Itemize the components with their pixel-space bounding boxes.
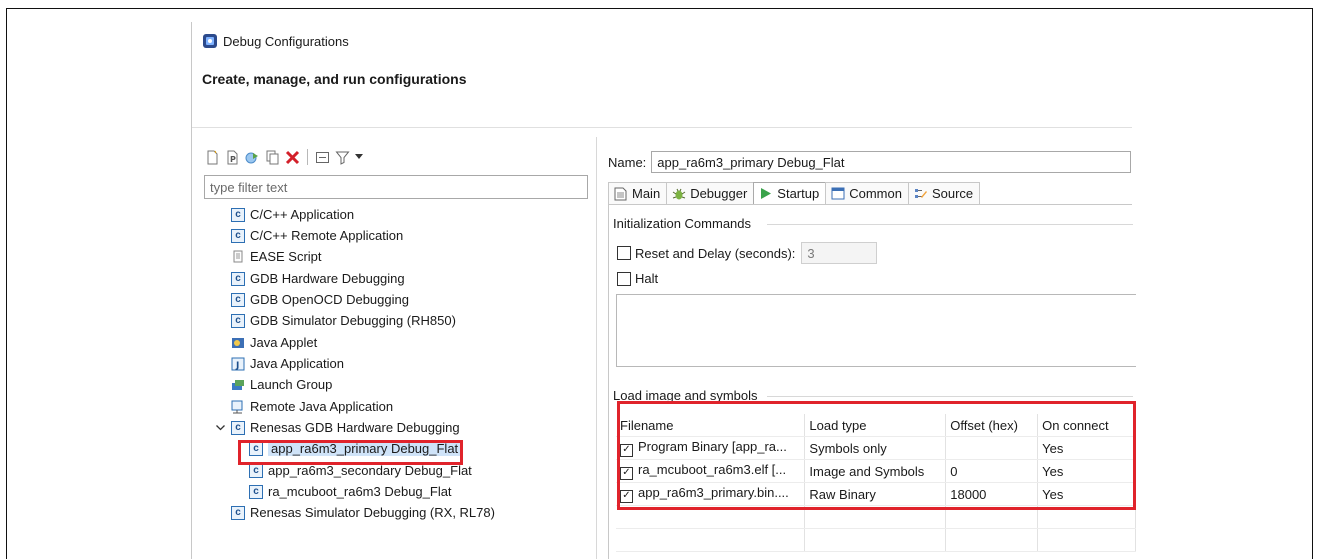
tree-item-label: GDB OpenOCD Debugging <box>250 292 409 307</box>
tree-item-label: Launch Group <box>250 377 333 392</box>
c-config-icon: c <box>230 207 246 223</box>
tree-item-c-cpp-application[interactable]: c C/C++ Application <box>230 204 354 225</box>
panel-divider <box>596 137 597 559</box>
debug-app-icon <box>202 33 218 49</box>
selected-config-highlight <box>238 440 463 465</box>
reset-delay-checkbox[interactable] <box>617 246 631 260</box>
group-divider <box>767 396 1133 397</box>
c-config-icon: c <box>230 420 246 436</box>
new-prototype-icon[interactable]: P <box>224 149 241 166</box>
startup-tab-icon <box>758 186 773 201</box>
debugger-tab-icon <box>671 186 686 201</box>
delay-seconds-field[interactable] <box>801 242 878 264</box>
tree-item-label: app_ra6m3_secondary Debug_Flat <box>268 463 472 478</box>
tree-item-gdb-simulator-debugging[interactable]: c GDB Simulator Debugging (RH850) <box>230 310 456 331</box>
group-divider <box>767 224 1133 225</box>
tree-item-label: Remote Java Application <box>250 399 394 414</box>
configuration-list-panel: P c C/C++ <box>192 137 594 559</box>
tree-item-label: Java Applet <box>250 335 318 350</box>
tab-label: Common <box>849 186 902 201</box>
tab-label: Main <box>632 186 661 201</box>
tree-item-label: Renesas Simulator Debugging (RX, RL78) <box>250 505 495 520</box>
tree-item-label: Java Application <box>250 356 344 371</box>
svg-text:P: P <box>230 155 236 164</box>
common-tab-icon <box>830 186 845 201</box>
init-commands-textarea[interactable] <box>616 294 1136 367</box>
dialog-header: Create, manage, and run configurations <box>202 71 467 87</box>
tree-item-gdb-openocd-debugging[interactable]: c GDB OpenOCD Debugging <box>230 289 409 310</box>
launch-group-icon <box>230 377 246 393</box>
config-toolbar: P <box>204 147 364 167</box>
tab-source[interactable]: Source <box>907 182 981 204</box>
c-config-icon: c <box>230 313 246 329</box>
tab-debugger[interactable]: Debugger <box>666 182 755 204</box>
reset-and-delay-row: Reset and Delay (seconds): <box>617 242 878 264</box>
tree-item-renesas-gdb-hardware-debugging[interactable]: c Renesas GDB Hardware Debugging <box>214 417 460 438</box>
halt-label: Halt <box>635 271 659 286</box>
filter-input[interactable] <box>204 175 588 199</box>
tree-item-label: C/C++ Remote Application <box>250 228 404 243</box>
duplicate-config-icon[interactable] <box>264 149 281 166</box>
tab-main[interactable]: Main <box>608 182 668 204</box>
tree-item-ease-script[interactable]: EASE Script <box>230 246 322 267</box>
load-table-highlight <box>617 401 1136 510</box>
halt-checkbox[interactable] <box>617 271 631 286</box>
initialization-commands-title: Initialization Commands <box>613 216 752 231</box>
svg-text:J: J <box>235 361 239 371</box>
c-config-icon: c <box>230 271 246 287</box>
tree-item-label: EASE Script <box>250 249 322 264</box>
tree-item-c-cpp-remote-application[interactable]: c C/C++ Remote Application <box>230 225 403 246</box>
tree-item-label: C/C++ Application <box>250 207 355 222</box>
tree-item-label: GDB Simulator Debugging (RH850) <box>250 313 456 328</box>
tab-label: Source <box>931 186 974 201</box>
tab-label: Debugger <box>690 186 748 201</box>
tree-item-gdb-hardware-debugging[interactable]: c GDB Hardware Debugging <box>230 268 405 289</box>
toolbar-divider <box>307 149 308 165</box>
filter-icon[interactable] <box>334 149 351 166</box>
header-divider <box>192 127 1132 128</box>
name-label: Name: <box>608 154 647 170</box>
java-app-icon: J <box>230 356 246 372</box>
tree-item-remote-java-application[interactable]: Remote Java Application <box>230 396 393 417</box>
tree-item-label: GDB Hardware Debugging <box>250 271 405 286</box>
chevron-down-icon[interactable] <box>354 149 364 166</box>
tab-label: Startup <box>777 186 820 201</box>
remote-java-icon <box>230 399 246 415</box>
collapse-all-icon[interactable] <box>314 149 331 166</box>
halt-row: Halt <box>617 271 658 286</box>
delete-config-icon[interactable] <box>284 149 301 166</box>
c-config-icon: c <box>230 228 246 244</box>
title-bar: Debug Configurations <box>202 31 349 51</box>
config-tabs: Main Debugger Startup Common Source <box>608 182 1132 205</box>
new-config-icon[interactable] <box>204 149 221 166</box>
window-title: Debug Configurations <box>223 33 349 49</box>
c-config-icon: c <box>230 505 246 521</box>
name-row: Name: <box>608 151 1132 173</box>
tree-item-label: ra_mcuboot_ra6m3 Debug_Flat <box>268 484 452 499</box>
c-config-icon: c <box>230 292 246 308</box>
c-config-icon: c <box>248 484 264 500</box>
table-row-empty <box>616 528 1136 552</box>
tree-item-label: Renesas GDB Hardware Debugging <box>250 420 460 435</box>
script-icon <box>230 249 246 265</box>
tree-item-launch-group[interactable]: Launch Group <box>230 374 332 395</box>
tree-item-java-applet[interactable]: Java Applet <box>230 332 317 353</box>
name-field[interactable] <box>651 151 1132 173</box>
tree-item-java-application[interactable]: J Java Application <box>230 353 344 374</box>
java-applet-icon <box>230 335 246 351</box>
main-tab-icon <box>613 186 628 201</box>
tree-item-ra-mcuboot-ra6m3[interactable]: c ra_mcuboot_ra6m3 Debug_Flat <box>248 481 452 502</box>
tab-startup[interactable]: Startup <box>753 182 827 204</box>
export-config-icon[interactable] <box>244 149 261 166</box>
tab-common[interactable]: Common <box>825 182 909 204</box>
reset-delay-label: Reset and Delay (seconds): <box>635 245 796 261</box>
source-tab-icon <box>913 186 928 201</box>
chevron-down-icon[interactable] <box>214 420 226 436</box>
tree-item-renesas-simulator-debugging[interactable]: c Renesas Simulator Debugging (RX, RL78) <box>230 502 495 523</box>
